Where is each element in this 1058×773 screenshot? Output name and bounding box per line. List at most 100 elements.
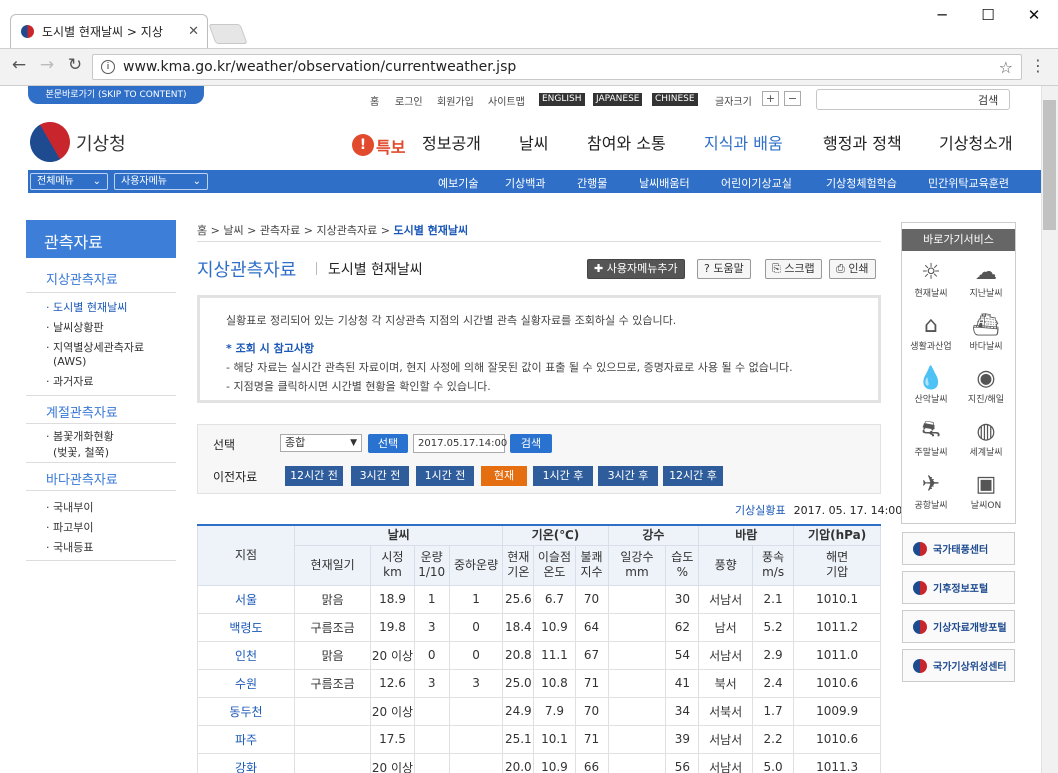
- back-icon[interactable]: ←: [8, 55, 30, 75]
- lnb-ground-obs[interactable]: 지상관측자료: [46, 269, 118, 288]
- lnb-flowers[interactable]: · 봄꽃개화현황 (벚꽃, 철쭉): [46, 428, 114, 460]
- bookmark-star-icon[interactable]: ☆: [999, 58, 1013, 77]
- time-now[interactable]: 현재: [481, 466, 527, 486]
- forward-icon[interactable]: →: [36, 55, 58, 75]
- util-sitemap-link[interactable]: 사이트맵: [488, 93, 525, 108]
- datetime-input[interactable]: 2017.05.17.14:00: [413, 434, 507, 453]
- quick-cloud-link[interactable]: ☁ 지난날씨: [958, 258, 1014, 300]
- help-button[interactable]: ? 도움말: [697, 259, 751, 279]
- lnb-sea-obs[interactable]: 바다관측자료: [46, 469, 118, 488]
- gnb-weather[interactable]: 날씨: [519, 130, 548, 154]
- sub-kids[interactable]: 어린이기상교실: [721, 175, 792, 191]
- quick-ship-link[interactable]: ⛴ 바다날씨: [958, 311, 1014, 353]
- sub-private-edu[interactable]: 민간위탁교육훈련: [928, 175, 1009, 191]
- lnb-city-weather[interactable]: · 도시별 현재날씨: [46, 299, 127, 315]
- time-12h-before[interactable]: 12시간 전: [285, 466, 343, 486]
- alert-link[interactable]: 특보: [376, 134, 405, 158]
- lnb-seasonal-obs[interactable]: 계절관측자료: [46, 402, 118, 421]
- sub-forecast-tech[interactable]: 예보기술: [438, 175, 478, 191]
- obs-table-link[interactable]: 기상실황표: [735, 504, 786, 517]
- quick-drop-link[interactable]: 💧 산악날씨: [903, 364, 959, 406]
- reload-icon[interactable]: ↻: [64, 55, 86, 75]
- gnb-knowledge[interactable]: 지식과 배움: [704, 130, 783, 154]
- util-login-link[interactable]: 로그인: [395, 93, 423, 108]
- crumb-home[interactable]: 홈: [197, 224, 207, 237]
- time-1h-before[interactable]: 1시간 전: [416, 466, 474, 486]
- browser-tab[interactable]: 도시별 현재날씨 > 지상 ✕: [10, 14, 208, 48]
- station-link[interactable]: 서울: [197, 584, 295, 614]
- station-link[interactable]: 수원: [197, 668, 295, 698]
- table-cell: 1010.1: [793, 584, 881, 614]
- banner-typhoon[interactable]: 국가태풍센터: [902, 532, 1015, 565]
- quick-signal-link[interactable]: ◉ 지진/해일: [958, 364, 1014, 406]
- scrap-button[interactable]: ⎘ 스크랩: [765, 259, 822, 279]
- sub-weather-school[interactable]: 날씨배움터: [639, 175, 690, 191]
- station-link[interactable]: 강화: [197, 752, 295, 773]
- gnb-participation[interactable]: 참여와 소통: [587, 130, 666, 154]
- user-menu-button[interactable]: 사용자메뉴 ⌄: [114, 173, 208, 190]
- banner-satellite[interactable]: 국가기상위성센터: [902, 649, 1015, 682]
- new-tab-button[interactable]: [208, 24, 248, 44]
- station-link[interactable]: 동두천: [197, 696, 295, 726]
- tab-close-icon[interactable]: ✕: [188, 24, 199, 39]
- time-3h-after[interactable]: 3시간 후: [598, 466, 658, 486]
- quick-tv-link[interactable]: ▣ 날씨ON: [958, 470, 1014, 512]
- print-button[interactable]: ⎙ 인쇄: [829, 259, 876, 279]
- lnb-status-board[interactable]: · 날씨상황판: [46, 319, 104, 335]
- quick-plane-link[interactable]: ✈ 공항날씨: [903, 470, 959, 512]
- maximize-icon[interactable]: ☐: [978, 6, 998, 24]
- kma-logo-text[interactable]: 기상청: [76, 130, 126, 156]
- time-12h-after[interactable]: 12시간 후: [663, 466, 723, 486]
- lnb-aws[interactable]: · 지역별상세관측자료 (AWS): [46, 339, 144, 368]
- time-1h-after[interactable]: 1시간 후: [533, 466, 593, 486]
- scrollbar-thumb[interactable]: [1043, 100, 1056, 230]
- util-home-link[interactable]: 홈: [370, 93, 379, 108]
- site-search-button[interactable]: 검색: [978, 92, 998, 108]
- lang-japanese[interactable]: JAPANESE: [593, 93, 643, 106]
- lnb-lighthouse[interactable]: · 국내등표: [46, 539, 93, 555]
- gnb-policy[interactable]: 행정과 정책: [823, 130, 902, 154]
- lnb-buoy[interactable]: · 국내부이: [46, 499, 93, 515]
- quick-globe-link[interactable]: ◍ 세계날씨: [958, 417, 1014, 459]
- station-link[interactable]: 백령도: [197, 612, 295, 642]
- station-link[interactable]: 파주: [197, 724, 295, 754]
- close-window-icon[interactable]: ✕: [1024, 6, 1044, 24]
- add-user-menu-button[interactable]: ✚ 사용자메뉴추가: [587, 259, 685, 279]
- crumb-weather[interactable]: 날씨: [223, 224, 243, 237]
- banner-climate[interactable]: 기후정보포털: [902, 571, 1015, 604]
- quick-car-link[interactable]: ⛐ 주말날씨: [903, 417, 959, 458]
- sub-encyclopedia[interactable]: 기상백과: [505, 175, 545, 191]
- kma-logo-icon[interactable]: [22, 114, 78, 170]
- gnb-about[interactable]: 기상청소개: [939, 130, 1013, 154]
- lang-english[interactable]: ENGLISH: [539, 93, 585, 106]
- skip-link[interactable]: 본문바로가기 (SKIP TO CONTENT): [28, 86, 204, 104]
- type-select[interactable]: 종합 ▼: [280, 434, 362, 452]
- gnb-info[interactable]: 정보공개: [422, 130, 481, 154]
- alert-icon[interactable]: !: [352, 134, 374, 156]
- quick-house-link[interactable]: ⌂ 생활과산업: [903, 311, 959, 353]
- font-increase-icon[interactable]: +: [762, 91, 779, 106]
- crumb-ground[interactable]: 지상관측자료: [317, 224, 378, 237]
- menu-icon[interactable]: ⋮: [1030, 56, 1046, 75]
- sub-experience[interactable]: 기상청체험학습: [826, 175, 897, 191]
- info-icon[interactable]: i: [101, 60, 115, 74]
- station-link[interactable]: 인천: [197, 640, 295, 670]
- banner-data-portal[interactable]: 기상자료개방포털: [902, 610, 1015, 643]
- select-button[interactable]: 선택: [368, 434, 408, 453]
- tab-title: 도시별 현재날씨 > 지상: [42, 25, 163, 39]
- kma-mark-icon: [913, 541, 927, 556]
- lang-chinese[interactable]: CHINESE: [652, 93, 698, 106]
- all-menu-button[interactable]: 전체메뉴 ⌄: [30, 173, 108, 190]
- crumb-obs[interactable]: 관측자료: [260, 224, 300, 237]
- table-cell: 56: [665, 752, 700, 773]
- util-join-link[interactable]: 회원가입: [437, 93, 474, 108]
- time-3h-before[interactable]: 3시간 전: [351, 466, 409, 486]
- sub-publications[interactable]: 간행물: [577, 175, 607, 191]
- search-button[interactable]: 검색: [510, 434, 552, 453]
- address-bar[interactable]: i www.kma.go.kr/weather/observation/curr…: [92, 54, 1022, 80]
- font-decrease-icon[interactable]: −: [784, 91, 801, 106]
- lnb-wave-buoy[interactable]: · 파고부이: [46, 519, 93, 535]
- quick-sun-link[interactable]: ☼ 현재날씨: [903, 258, 959, 300]
- lnb-past-data[interactable]: · 과거자료: [46, 373, 93, 389]
- minimize-icon[interactable]: ─: [932, 6, 952, 24]
